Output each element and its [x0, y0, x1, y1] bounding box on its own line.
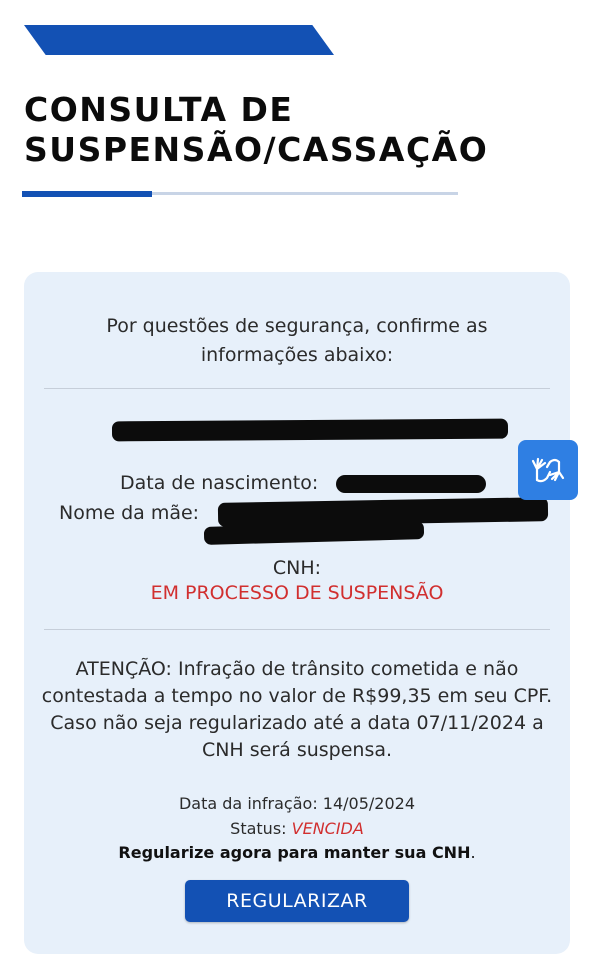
status-line: Status: VENCIDA	[24, 819, 570, 838]
infraction-date-label: Data da infração:	[178, 794, 318, 813]
warning-text: ATENÇÃO: Infração de trânsito cometida e…	[41, 658, 553, 761]
cta-end: .	[470, 843, 476, 862]
redacted-name	[111, 418, 509, 442]
regularizar-button[interactable]: REGULARIZAR	[185, 880, 409, 922]
status-label: Status:	[230, 819, 287, 838]
cta-text: Regularize agora para manter sua CNH.	[24, 843, 570, 862]
infraction-date: Data da infração: 14/05/2024	[24, 794, 570, 813]
redacted-birth-date	[336, 475, 486, 493]
page-title-line1: CONSULTA DE	[24, 90, 294, 129]
libras-hands-icon	[531, 457, 565, 483]
infraction-date-value: 14/05/2024	[322, 794, 416, 813]
security-prompt: Por questões de segurança, confirme as i…	[106, 315, 488, 366]
top-banner	[24, 25, 334, 55]
title-underline-accent	[22, 191, 152, 197]
accessibility-button[interactable]	[518, 440, 578, 500]
cnh-status: EM PROCESSO DE SUSPENSÃO	[150, 582, 444, 604]
page-title: CONSULTA DE SUSPENSÃO/CASSAÇÃO	[24, 90, 488, 170]
mother-name-label: Nome da mãe:	[59, 502, 200, 524]
consultation-card: Por questões de segurança, confirme as i…	[24, 272, 570, 954]
divider	[44, 388, 550, 389]
birth-date-label: Data de nascimento:	[120, 472, 319, 494]
divider	[44, 629, 550, 630]
cta-bold: Regularize agora para manter sua CNH	[118, 843, 471, 862]
page-title-line2: SUSPENSÃO/CASSAÇÃO	[24, 130, 489, 169]
cnh-label: CNH:	[272, 557, 322, 579]
status-value: VENCIDA	[291, 819, 364, 838]
